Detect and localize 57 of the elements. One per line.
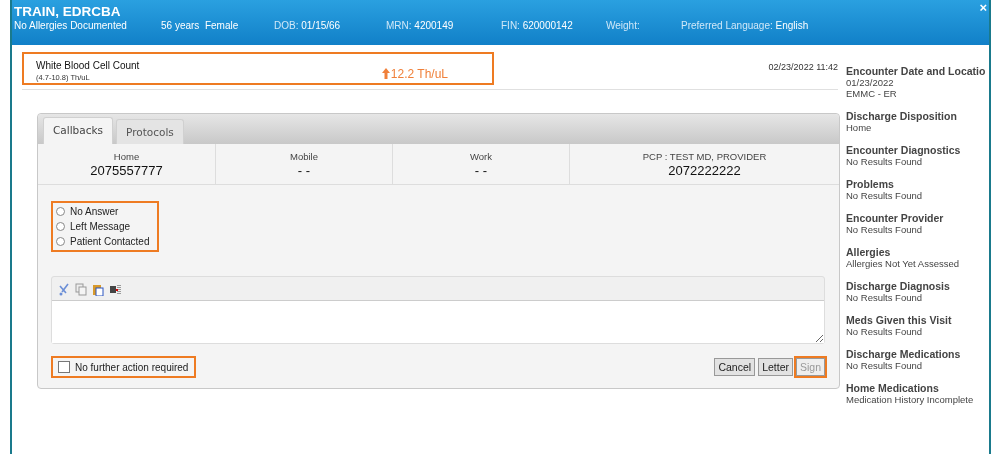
- patient-name: TRAIN, EDRCBA: [14, 4, 121, 19]
- section-value: No Results Found: [846, 360, 924, 371]
- section-value: No Results Found: [846, 292, 924, 303]
- section-value: Allergies Not Yet Assessed: [846, 258, 960, 269]
- checkbox-label[interactable]: No further action required: [75, 361, 189, 373]
- phone-label: Work: [469, 151, 493, 162]
- action-button[interactable]: Letter: [758, 358, 793, 376]
- section-title: Discharge Diagnosis: [846, 280, 951, 292]
- banner-field: MRN: 4200149: [386, 20, 501, 31]
- section-title: Home Medications: [846, 382, 940, 394]
- radio-button[interactable]: [56, 237, 65, 246]
- section-value: No Results Found: [846, 190, 924, 201]
- banner-field: No Allergies Documented: [14, 20, 161, 31]
- section-title: Encounter Date and Locatio: [846, 65, 987, 77]
- section-value: Medication History Incomplete: [846, 394, 975, 405]
- tab[interactable]: Callbacks: [43, 117, 114, 144]
- cut-icon[interactable]: [58, 283, 70, 296]
- result-value: 12.2 Th/uL: [390, 66, 448, 81]
- section-title: Discharge Medications: [846, 348, 962, 360]
- phone-number: - -: [296, 163, 312, 178]
- radio-button[interactable]: [56, 222, 65, 231]
- banner-field: DOB: 01/15/66: [274, 20, 386, 31]
- phone-number: 2072222222: [667, 163, 742, 178]
- action-button[interactable]: Cancel: [714, 358, 756, 376]
- section-value: 01/23/2022: [846, 77, 895, 88]
- checkbox-row[interactable]: No further action required: [51, 356, 197, 378]
- banner-field: FIN: 620000142: [501, 20, 606, 31]
- radio-button[interactable]: [56, 207, 65, 216]
- section-value: Home: [846, 122, 873, 133]
- phone-label: Home: [112, 151, 141, 162]
- section-value: No Results Found: [846, 326, 924, 337]
- section-title: Encounter Provider: [846, 212, 945, 224]
- radio-label[interactable]: No Answer: [70, 206, 119, 217]
- banner-field: Preferred Language: English: [681, 20, 881, 31]
- phone-label: PCP : TEST MD, PROVIDER: [641, 151, 768, 162]
- checkbox[interactable]: [58, 361, 70, 373]
- phone-label: Mobile: [289, 151, 319, 162]
- copy-icon[interactable]: [75, 283, 87, 296]
- section-title: Discharge Disposition: [846, 110, 958, 122]
- section-value: No Results Found: [846, 156, 924, 167]
- section-title: Encounter Diagnostics: [846, 144, 962, 156]
- result-name: White Blood Cell Count: [36, 60, 140, 71]
- radio-label[interactable]: Patient Contacted: [70, 236, 150, 247]
- paste-icon[interactable]: [92, 283, 104, 296]
- note-field[interactable]: [52, 301, 824, 343]
- section-title: Allergies: [846, 246, 892, 258]
- result-datetime: 02/23/2022 11:42: [768, 62, 838, 72]
- tab[interactable]: Protocols: [116, 119, 184, 144]
- banner-field: 56 years Female: [161, 20, 274, 31]
- section-value: No Results Found: [846, 224, 924, 235]
- section-title: Meds Given this Visit: [846, 314, 953, 326]
- radio-label[interactable]: Left Message: [70, 221, 131, 232]
- phone-number: - -: [473, 163, 489, 178]
- section-value: EMMC - ER: [846, 88, 898, 99]
- banner-field: Weight:: [606, 20, 681, 31]
- phone-number: 2075557777: [89, 163, 164, 178]
- section-title: Problems: [846, 178, 895, 190]
